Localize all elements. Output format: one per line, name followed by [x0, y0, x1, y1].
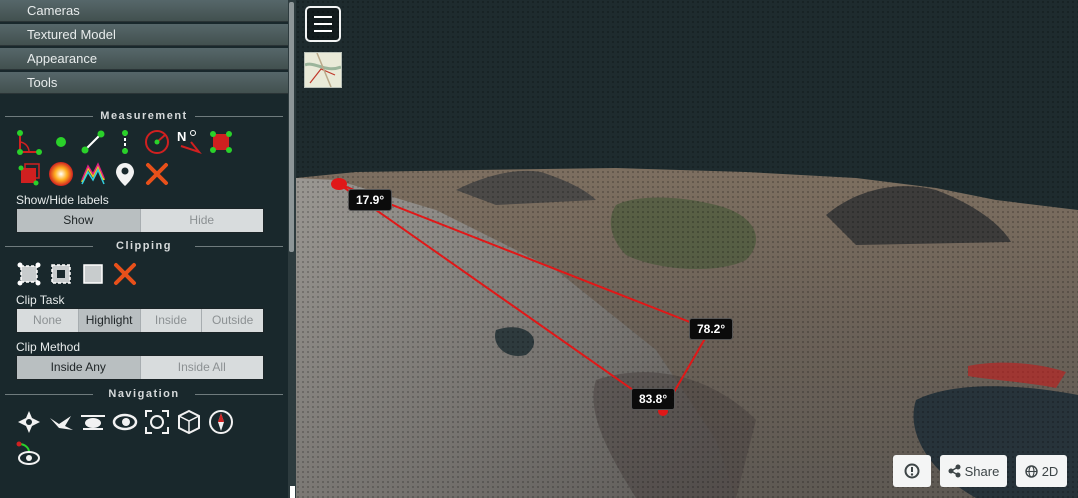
circle-icon[interactable]: [143, 128, 171, 156]
clip-method-toggle: Inside Any Inside All: [16, 355, 264, 380]
info-icon: [904, 463, 920, 479]
angle-label-1: 17.9°: [348, 189, 393, 211]
clip-polygon-icon[interactable]: [15, 260, 43, 288]
clip-task-label: Clip Task: [16, 293, 65, 307]
clip-volume-icon[interactable]: [79, 260, 107, 288]
hamburger-line: [314, 16, 332, 18]
labels-toggle: Show Hide: [16, 208, 264, 233]
sidebar-scroll-thumb[interactable]: [289, 2, 294, 252]
pointcloud-viewport[interactable]: 17.9° 78.2° 83.8° Share 2D: [296, 0, 1078, 498]
navigation-tools-row-2: [0, 438, 288, 470]
orbit-control-icon[interactable]: [111, 408, 139, 436]
hamburger-line: [314, 30, 332, 32]
sidebar-resize-handle[interactable]: [290, 486, 295, 498]
clip-clear-icon[interactable]: [111, 260, 139, 288]
hide-labels-button[interactable]: Hide: [140, 209, 263, 232]
clip-method-inside-all[interactable]: Inside All: [140, 356, 263, 379]
share-label: Share: [964, 463, 1000, 479]
point-icon[interactable]: [47, 128, 75, 156]
potree-app: Cameras Textured Model Appearance Tools …: [0, 0, 1078, 498]
minimap-thumbnail[interactable]: [304, 52, 342, 88]
clip-method-inside-any[interactable]: Inside Any: [17, 356, 141, 379]
hamburger-line: [314, 23, 332, 25]
menu-appearance[interactable]: Appearance: [0, 48, 288, 70]
menu-cameras[interactable]: Cameras: [0, 0, 288, 22]
info-button[interactable]: [893, 455, 931, 487]
globe-icon: [1024, 464, 1038, 478]
height-icon[interactable]: [111, 128, 139, 156]
volume-icon[interactable]: [15, 160, 43, 188]
azimuth-icon[interactable]: N: [175, 128, 203, 156]
clip-box-icon[interactable]: [47, 260, 75, 288]
sidebar: Cameras Textured Model Appearance Tools …: [0, 0, 288, 498]
clip-method-label: Clip Method: [16, 340, 81, 354]
helicopter-control-icon[interactable]: [79, 408, 107, 436]
compass-icon[interactable]: [207, 408, 235, 436]
navigation-title: Navigation: [0, 386, 288, 402]
pointcloud-scene: [296, 0, 1078, 498]
profile-icon[interactable]: [79, 160, 107, 188]
distance-icon[interactable]: [79, 128, 107, 156]
show-labels-button[interactable]: Show: [17, 209, 141, 232]
cube-view-icon[interactable]: [175, 408, 203, 436]
navigation-tools-row-1: [0, 406, 288, 438]
clear-measurements-icon[interactable]: [143, 160, 171, 188]
annotation-pin-icon[interactable]: [111, 160, 139, 188]
clipping-title: Clipping: [0, 238, 288, 254]
clip-task-inside[interactable]: Inside: [140, 309, 203, 332]
focus-icon[interactable]: [143, 408, 171, 436]
clip-task-outside[interactable]: Outside: [202, 309, 263, 332]
fly-control-icon[interactable]: [47, 408, 75, 436]
sphere-volume-icon[interactable]: [47, 160, 75, 188]
view-2d-button[interactable]: 2D: [1016, 455, 1067, 487]
menu-textured-model[interactable]: Textured Model: [0, 24, 288, 46]
camera-animation-icon[interactable]: [15, 440, 43, 468]
menu-tools[interactable]: Tools: [0, 72, 288, 94]
angle-label-2: 78.2°: [689, 318, 734, 340]
angle-label-3: 83.8°: [631, 388, 676, 410]
measurement-title: Measurement: [0, 108, 288, 124]
clipping-tools-row: [0, 258, 288, 290]
svg-text:N: N: [177, 129, 186, 144]
earth-control-icon[interactable]: [15, 408, 43, 436]
clip-task-none[interactable]: None: [17, 309, 79, 332]
measurement-tools-row-2: [0, 158, 288, 190]
menu-toggle-button[interactable]: [305, 6, 341, 42]
measurement-tools-row-1: N: [0, 126, 288, 158]
area-icon[interactable]: [207, 128, 235, 156]
measurement-marker-1[interactable]: [331, 178, 347, 190]
clip-task-toggle: None Highlight Inside Outside: [16, 308, 264, 333]
share-button[interactable]: Share: [940, 455, 1007, 487]
view-2d-label: 2D: [1041, 463, 1059, 479]
clip-task-highlight[interactable]: Highlight: [78, 309, 141, 332]
show-hide-labels-label: Show/Hide labels: [16, 193, 109, 207]
share-icon: [948, 464, 961, 478]
angle-icon[interactable]: [15, 128, 43, 156]
